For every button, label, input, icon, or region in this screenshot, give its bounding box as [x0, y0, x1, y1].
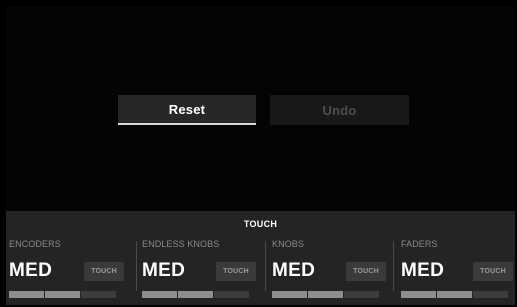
level-meter [142, 291, 249, 298]
section-divider [136, 241, 137, 291]
display-frame: Reset Undo TOUCH ENCODERS MED TOUCH ENDL… [6, 6, 515, 305]
sensitivity-value[interactable]: MED [272, 260, 315, 282]
panel-title: TOUCH [243, 219, 278, 229]
sensitivity-value[interactable]: MED [9, 260, 52, 282]
level-segment [437, 291, 472, 298]
level-segment [344, 291, 379, 298]
touch-button[interactable]: TOUCH [84, 262, 124, 281]
level-segment [81, 291, 116, 298]
reset-button[interactable]: Reset [118, 95, 256, 125]
level-segment [45, 291, 80, 298]
section-encoders: ENCODERS MED TOUCH [6, 233, 135, 305]
section-endless-knobs: ENDLESS KNOBS MED TOUCH [139, 233, 261, 305]
section-knobs: KNOBS MED TOUCH [269, 233, 391, 305]
level-segment [473, 291, 508, 298]
level-meter [401, 291, 508, 298]
section-divider [265, 241, 266, 291]
level-segment [214, 291, 249, 298]
undo-button[interactable]: Undo [270, 95, 409, 125]
sensitivity-value[interactable]: MED [142, 260, 185, 282]
section-label: ENCODERS [9, 239, 61, 249]
section-faders: FADERS MED TOUCH [398, 233, 515, 305]
level-meter [272, 291, 379, 298]
touch-button[interactable]: TOUCH [473, 262, 513, 281]
touch-button[interactable]: TOUCH [346, 262, 386, 281]
section-label: KNOBS [272, 239, 305, 249]
level-segment [308, 291, 343, 298]
section-divider [393, 241, 394, 291]
touch-settings-panel: TOUCH ENCODERS MED TOUCH ENDLESS KNOBS M… [6, 211, 515, 305]
sensitivity-value[interactable]: MED [401, 260, 444, 282]
level-meter [9, 291, 116, 298]
level-segment [401, 291, 436, 298]
level-segment [9, 291, 44, 298]
level-segment [178, 291, 213, 298]
section-label: ENDLESS KNOBS [142, 239, 220, 249]
main-area: Reset Undo [6, 6, 515, 211]
level-segment [272, 291, 307, 298]
touch-button[interactable]: TOUCH [216, 262, 256, 281]
level-segment [142, 291, 177, 298]
section-label: FADERS [401, 239, 438, 249]
screen: Reset Undo TOUCH ENCODERS MED TOUCH ENDL… [0, 0, 517, 307]
